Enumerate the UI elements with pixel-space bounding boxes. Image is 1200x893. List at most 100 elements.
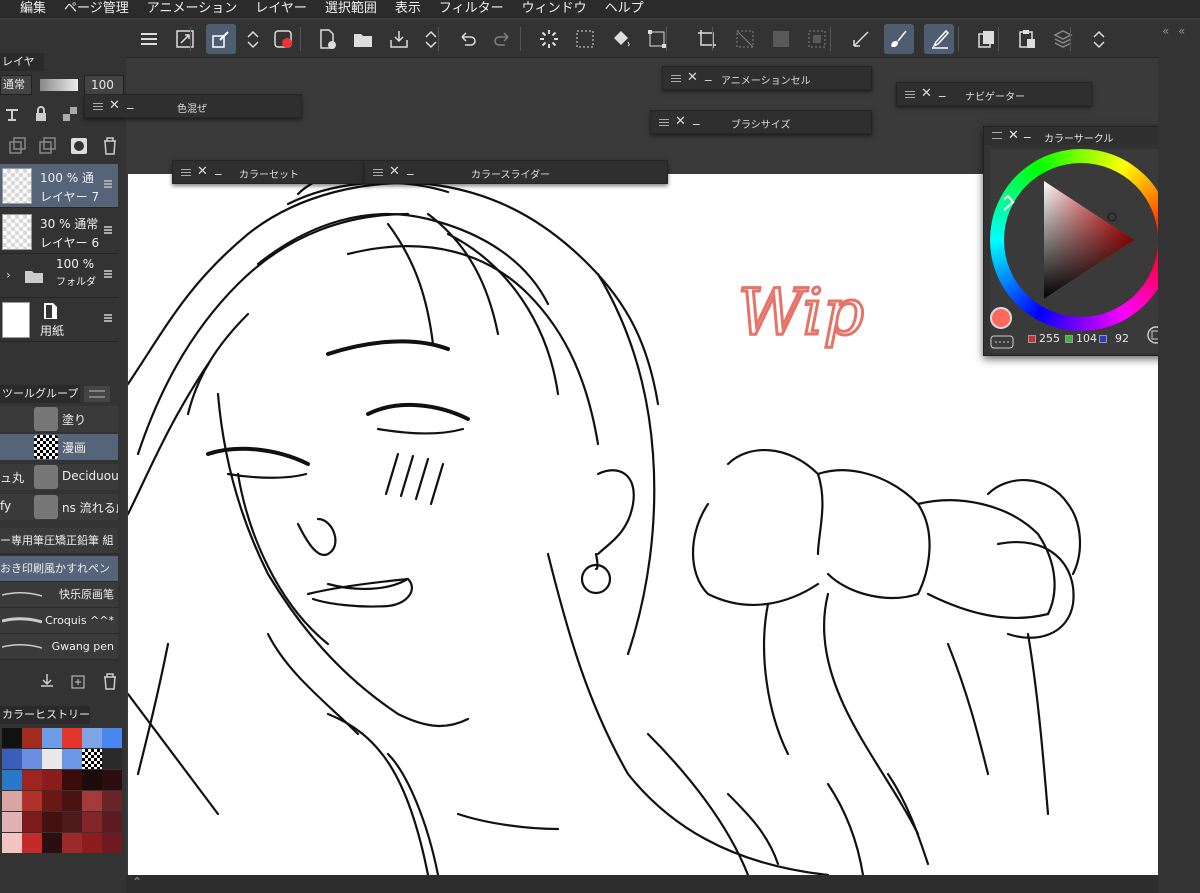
color-swatch[interactable] [22, 749, 42, 769]
hue-handle[interactable] [1004, 194, 1015, 212]
grip-icon[interactable] [905, 91, 915, 98]
color-swatch[interactable] [22, 812, 42, 832]
close-icon[interactable]: ✕ [109, 98, 120, 113]
import-icon[interactable] [38, 672, 56, 690]
layers-icon[interactable] [1048, 24, 1078, 54]
close-icon[interactable]: ✕ [389, 164, 400, 179]
duplicate-layer-icon[interactable] [38, 137, 58, 155]
transform-icon[interactable] [206, 24, 236, 54]
close-icon[interactable]: ✕ [687, 70, 698, 85]
menu-icon[interactable] [134, 24, 164, 54]
brush-item[interactable]: おき印刷風かすれペン [0, 556, 118, 582]
add-brush-icon[interactable] [70, 672, 88, 690]
grip-icon[interactable] [992, 132, 1002, 139]
lock-icon[interactable] [34, 106, 48, 122]
crop-icon[interactable] [692, 24, 722, 54]
expand-up-icon[interactable]: ⌃ [132, 875, 142, 889]
minimize-icon[interactable]: _ [693, 111, 700, 126]
close-icon[interactable]: ✕ [675, 114, 686, 129]
minimize-icon[interactable]: _ [127, 95, 134, 110]
paste-icon[interactable] [1012, 24, 1042, 54]
close-icon[interactable]: ✕ [921, 86, 932, 101]
menu-item[interactable]: ウィンドウ [513, 0, 596, 18]
color-swatch[interactable] [22, 791, 42, 811]
grip-icon[interactable] [671, 75, 681, 82]
color-swatch[interactable] [2, 749, 22, 769]
delete-brush-icon[interactable] [102, 672, 118, 690]
open-icon[interactable] [348, 24, 378, 54]
fit-icon[interactable] [170, 24, 200, 54]
color-swatch[interactable] [102, 749, 122, 769]
updown-icon[interactable] [238, 24, 268, 54]
blend-mode-select[interactable]: 通常 [0, 75, 32, 95]
layer-row[interactable]: › 100 % フォルダ [0, 254, 118, 298]
brush-item[interactable]: Croquis ^^* [0, 608, 118, 634]
close-icon[interactable]: ✕ [1008, 128, 1019, 143]
clip-icon[interactable] [2, 104, 22, 124]
layer-row[interactable]: 100 % 通レイヤー 7 [0, 164, 118, 208]
color-swatch[interactable] [82, 791, 102, 811]
color-set-palette[interactable]: ✕ _ カラーセット [172, 160, 370, 184]
select-icon[interactable] [570, 24, 600, 54]
color-swatch[interactable] [102, 728, 122, 748]
transform2-icon[interactable] [642, 24, 672, 54]
color-swatch[interactable] [62, 833, 82, 853]
grip-icon[interactable] [659, 119, 669, 126]
minimize-icon[interactable]: _ [407, 161, 414, 176]
layer-menu-icon[interactable] [104, 270, 112, 278]
color-swatch[interactable] [102, 770, 122, 790]
tool-group-item[interactable]: fy ns 流れる血 [0, 494, 118, 520]
ruler-icon[interactable] [846, 24, 876, 54]
color-swatch[interactable] [42, 812, 62, 832]
color-swatch[interactable] [42, 791, 62, 811]
color-swatch[interactable] [62, 812, 82, 832]
brush-icon[interactable] [884, 24, 914, 54]
color-history-tab[interactable]: カラーヒストリー [0, 706, 90, 724]
updown2-icon[interactable] [416, 24, 446, 54]
layer-menu-icon[interactable] [104, 314, 112, 322]
close-icon[interactable]: ✕ [197, 164, 208, 179]
color-swatch[interactable] [2, 812, 22, 832]
redo-icon[interactable] [488, 24, 518, 54]
brush-item[interactable]: Gwang pen [0, 634, 118, 660]
color-swatch[interactable] [82, 728, 102, 748]
opacity-field[interactable]: 100 [84, 75, 124, 95]
color-swatch[interactable] [2, 791, 22, 811]
trash-icon[interactable] [102, 136, 118, 156]
new-icon[interactable] [312, 24, 342, 54]
color-mix-palette[interactable]: ✕ _ 色混ぜ [84, 94, 302, 118]
minimize-icon[interactable]: _ [1024, 124, 1031, 139]
color-slider-palette[interactable]: ✕ _ カラースライダー [364, 160, 668, 184]
color-swatch[interactable] [62, 749, 82, 769]
tool-group-tab[interactable]: ツールグループ [0, 385, 80, 403]
grip-icon[interactable] [373, 169, 383, 176]
menu-item[interactable]: 選択範囲 [316, 0, 386, 18]
expand-chevron-icon[interactable]: › [6, 268, 11, 282]
settings-sliders-icon[interactable] [84, 386, 110, 402]
layer-row[interactable]: 30 % 通常 レイヤー 6 [0, 210, 118, 254]
color-swatch[interactable] [42, 770, 62, 790]
color-swatch[interactable] [62, 791, 82, 811]
menu-item[interactable]: ヘルプ [596, 0, 653, 18]
color-picker-handle[interactable] [1107, 212, 1117, 222]
main-color-swatch[interactable] [990, 307, 1012, 329]
color-swatch[interactable] [42, 833, 62, 853]
brush-item[interactable]: ー専用筆圧矯正鉛筆 組 [0, 528, 118, 554]
brush-item[interactable]: 快乐原画笔 [0, 582, 118, 608]
layer-menu-icon[interactable] [104, 180, 112, 188]
minimize-icon[interactable]: _ [705, 67, 712, 82]
menu-item[interactable]: レイヤー [246, 0, 316, 18]
color-swatch[interactable] [82, 749, 102, 769]
pen-icon[interactable] [924, 24, 954, 54]
grip-icon[interactable] [181, 169, 191, 176]
color-swatch[interactable] [82, 833, 102, 853]
grid2-icon[interactable] [766, 24, 796, 54]
brush-size-palette[interactable]: ✕ _ ブラシサイズ [650, 110, 872, 134]
collapse-left-icon[interactable]: « [1162, 24, 1169, 38]
color-swatch[interactable] [82, 812, 102, 832]
color-circle-header[interactable]: ✕ _ カラーサークル [984, 124, 1177, 145]
menu-item[interactable]: アニメーション [138, 0, 246, 18]
minimize-icon[interactable]: _ [939, 83, 946, 98]
color-swatch[interactable] [82, 770, 102, 790]
grip-icon[interactable] [93, 103, 103, 110]
